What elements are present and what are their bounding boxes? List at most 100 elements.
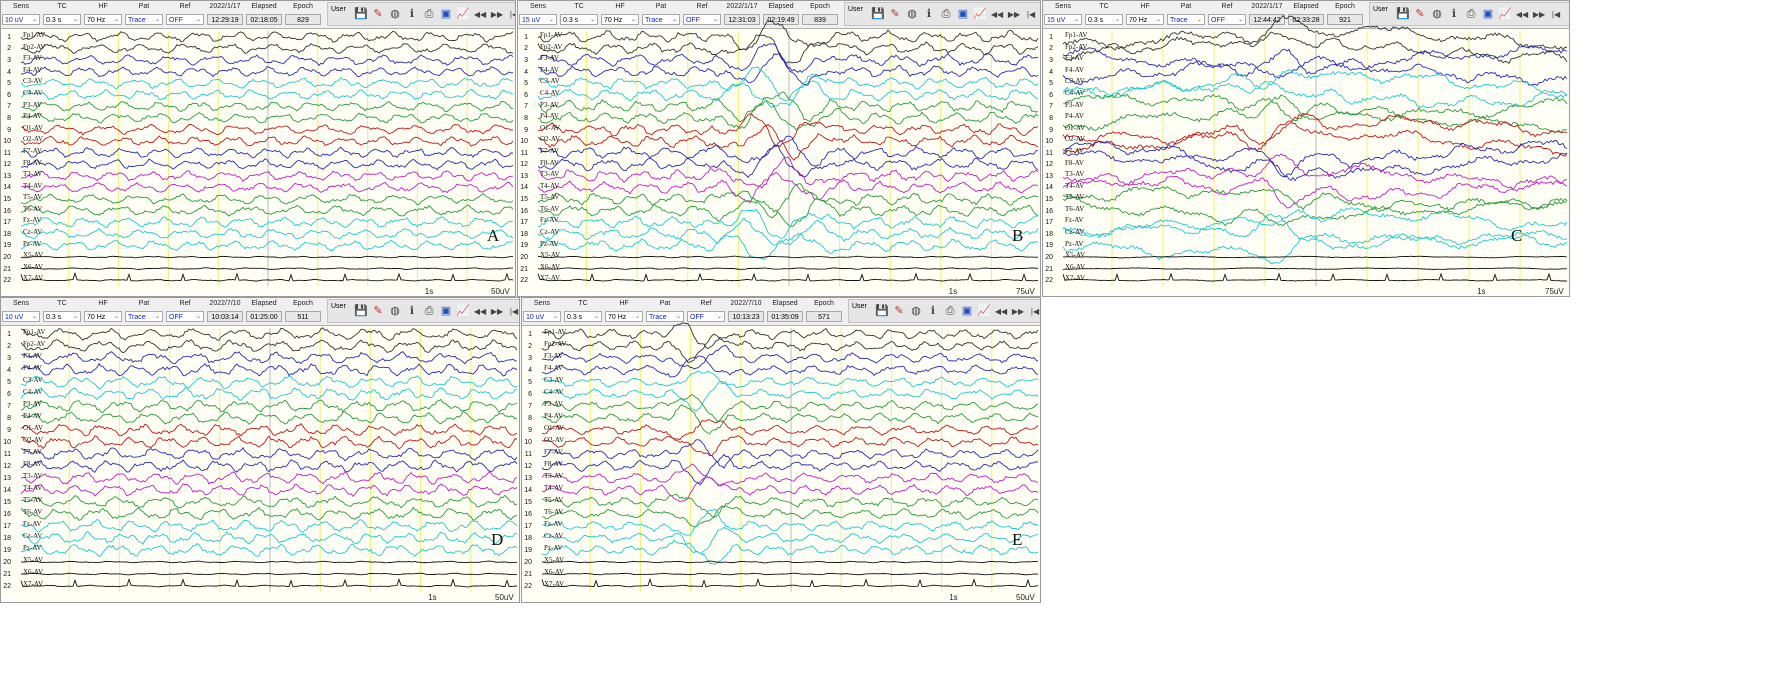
channel-label[interactable]: C3-AV [1065,77,1085,85]
channel-label[interactable]: X5-AV [544,556,564,564]
channel-label[interactable]: T3-AV [23,170,42,178]
channel-label[interactable]: X7-AV [540,274,560,282]
channel-label[interactable]: Fp1-AV [540,31,562,39]
channel-label[interactable]: Fp2-AV [540,43,562,51]
channel-label[interactable]: X7-AV [544,580,564,588]
channel-label[interactable]: Pz-AV [23,240,42,248]
channel-label[interactable]: F7-AV [1065,147,1084,155]
channel-label[interactable]: Pz-AV [1065,240,1084,248]
channel-label[interactable]: T6-AV [540,205,559,213]
channel-label[interactable]: Fz-AV [23,216,42,224]
channel-label[interactable]: T5-AV [1065,193,1084,201]
channel-label[interactable]: F4-AV [544,364,563,372]
channel-label[interactable]: F3-AV [540,54,559,62]
channel-label[interactable]: C4-AV [544,388,564,396]
channel-label[interactable]: X6-AV [544,568,564,576]
channel-label[interactable]: F7-AV [540,147,559,155]
channel-label[interactable]: C3-AV [23,77,43,85]
channel-label[interactable]: X5-AV [540,251,560,259]
channel-label[interactable]: Fp2-AV [23,340,45,348]
channel-label[interactable]: O1-AV [23,124,43,132]
channel-label[interactable]: C4-AV [540,89,560,97]
channel-label[interactable]: F4-AV [540,66,559,74]
channel-label[interactable]: F4-AV [23,364,42,372]
channel-label[interactable]: Fp1-AV [23,31,45,39]
channel-label[interactable]: F8-AV [1065,159,1084,167]
channel-label[interactable]: Cz-AV [23,532,42,540]
channel-label[interactable]: F8-AV [23,159,42,167]
channel-label[interactable]: T4-AV [23,484,42,492]
channel-label[interactable]: O1-AV [23,424,43,432]
channel-label[interactable]: P4-AV [1065,112,1084,120]
channel-label[interactable]: X5-AV [1065,251,1085,259]
channel-label[interactable]: X5-AV [23,556,43,564]
channel-label[interactable]: Cz-AV [23,228,42,236]
channel-label[interactable]: T3-AV [544,472,563,480]
channel-label[interactable]: T6-AV [1065,205,1084,213]
channel-label[interactable]: C4-AV [23,89,43,97]
channel-label[interactable]: T5-AV [544,496,563,504]
channel-label[interactable]: Pz-AV [23,544,42,552]
channel-label[interactable]: O2-AV [1065,135,1085,143]
channel-label[interactable]: T6-AV [23,508,42,516]
channel-label[interactable]: C3-AV [23,376,43,384]
channel-label[interactable]: F8-AV [540,159,559,167]
channel-label[interactable]: F3-AV [23,352,42,360]
channel-label[interactable]: C3-AV [544,376,564,384]
channel-label[interactable]: P4-AV [23,412,42,420]
channel-label[interactable]: T3-AV [1065,170,1084,178]
channel-label[interactable]: T5-AV [23,496,42,504]
channel-label[interactable]: T4-AV [540,182,559,190]
channel-label[interactable]: T3-AV [540,170,559,178]
channel-label[interactable]: P3-AV [23,400,42,408]
channel-label[interactable]: Cz-AV [1065,228,1084,236]
channel-label[interactable]: P3-AV [23,101,42,109]
channel-label[interactable]: Pz-AV [540,240,559,248]
channel-label[interactable]: F7-AV [23,147,42,155]
channel-label[interactable]: C4-AV [23,388,43,396]
channel-label[interactable]: T4-AV [23,182,42,190]
channel-label[interactable]: F3-AV [23,54,42,62]
channel-label[interactable]: F7-AV [23,448,42,456]
channel-label[interactable]: O2-AV [540,135,560,143]
channel-label[interactable]: Fp2-AV [1065,43,1087,51]
channel-label[interactable]: P4-AV [23,112,42,120]
channel-label[interactable]: X7-AV [23,580,43,588]
channel-label[interactable]: F4-AV [23,66,42,74]
channel-label[interactable]: O2-AV [23,135,43,143]
channel-label[interactable]: X7-AV [1065,274,1085,282]
channel-label[interactable]: F4-AV [1065,66,1084,74]
channel-label[interactable]: F3-AV [1065,54,1084,62]
channel-label[interactable]: F7-AV [544,448,563,456]
channel-label[interactable]: Fp1-AV [23,328,45,336]
channel-label[interactable]: Cz-AV [540,228,559,236]
channel-label[interactable]: O2-AV [23,436,43,444]
channel-label[interactable]: O1-AV [540,124,560,132]
channel-label[interactable]: P4-AV [544,412,563,420]
channel-label[interactable]: T3-AV [23,472,42,480]
channel-label[interactable]: F3-AV [544,352,563,360]
channel-label[interactable]: X5-AV [23,251,43,259]
channel-label[interactable]: Fz-AV [540,216,559,224]
channel-label[interactable]: F8-AV [544,460,563,468]
channel-label[interactable]: P4-AV [540,112,559,120]
channel-label[interactable]: Fz-AV [1065,216,1084,224]
channel-label[interactable]: T4-AV [1065,182,1084,190]
channel-label[interactable]: Fp1-AV [544,328,566,336]
channel-label[interactable]: Fp2-AV [544,340,566,348]
channel-label[interactable]: P3-AV [544,400,563,408]
channel-label[interactable]: P3-AV [1065,101,1084,109]
channel-label[interactable]: X6-AV [23,568,43,576]
channel-label[interactable]: X6-AV [1065,263,1085,271]
channel-label[interactable]: F8-AV [23,460,42,468]
channel-label[interactable]: Fp2-AV [23,43,45,51]
channel-label[interactable]: T6-AV [23,205,42,213]
channel-label[interactable]: Fz-AV [23,520,42,528]
channel-label[interactable]: P3-AV [540,101,559,109]
channel-label[interactable]: Pz-AV [544,544,563,552]
channel-label[interactable]: Fp1-AV [1065,31,1087,39]
channel-label[interactable]: X7-AV [23,274,43,282]
channel-label[interactable]: T6-AV [544,508,563,516]
channel-label[interactable]: T5-AV [23,193,42,201]
channel-label[interactable]: C4-AV [1065,89,1085,97]
